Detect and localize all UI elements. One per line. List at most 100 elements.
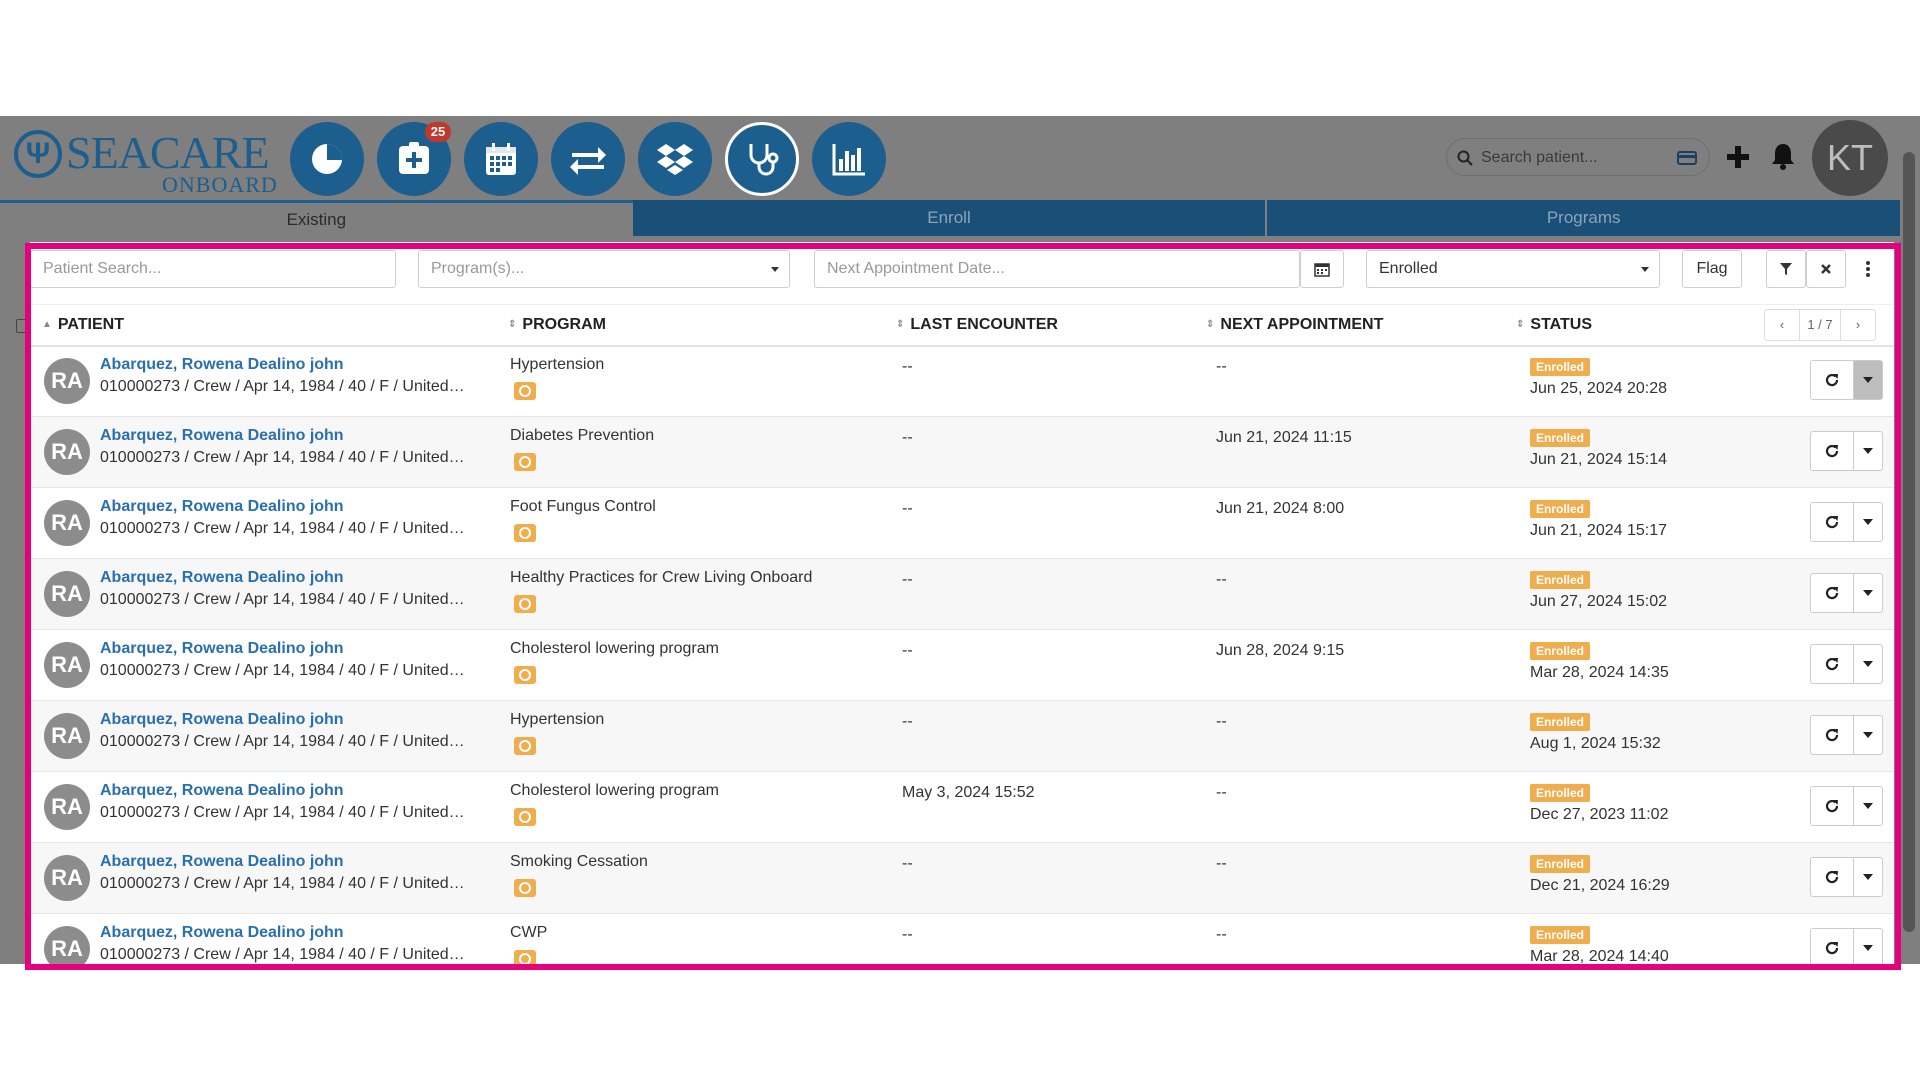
filter-button[interactable] — [1766, 250, 1806, 288]
select-all-checkbox[interactable] — [16, 319, 30, 333]
tab-programs[interactable]: Programs — [1267, 200, 1901, 236]
refresh-icon — [1825, 657, 1839, 671]
transfer-button[interactable] — [551, 122, 625, 196]
stethoscope-icon — [749, 144, 779, 176]
last-encounter: -- — [902, 358, 913, 375]
table-row[interactable]: RA Abarquez, Rowena Dealino john 010000273… — [30, 701, 1894, 772]
refresh-button[interactable] — [1811, 858, 1854, 896]
table-row[interactable]: RA Abarquez, Rowena Dealino john 010000273… — [30, 559, 1894, 630]
table-row[interactable]: RA Abarquez, Rowena Dealino john 010000273… — [30, 914, 1894, 964]
clinical-button[interactable] — [725, 122, 799, 196]
scrollbar-thumb[interactable] — [1903, 152, 1915, 932]
patient-details: 010000273 / Crew / Apr 14, 1984 / 40 / F… — [100, 591, 466, 608]
row-menu-toggle[interactable] — [1854, 432, 1882, 470]
refresh-button[interactable] — [1811, 929, 1854, 964]
card-icon[interactable] — [1677, 150, 1697, 166]
programs-select[interactable]: Program(s)... — [418, 250, 790, 288]
program-settings-icon[interactable] — [514, 950, 536, 964]
calendar-button[interactable] — [464, 122, 538, 196]
bell-icon[interactable] — [1770, 142, 1796, 170]
row-actions — [1810, 431, 1883, 471]
patient-name-link[interactable]: Abarquez, Rowena Dealino john — [100, 356, 344, 374]
next-page-button[interactable]: › — [1841, 310, 1875, 340]
patient-search-input[interactable] — [41, 259, 364, 279]
patient-name-link[interactable]: Abarquez, Rowena Dealino john — [100, 853, 344, 871]
chevron-down-icon — [1863, 732, 1873, 738]
patient-name-link[interactable]: Abarquez, Rowena Dealino john — [100, 498, 344, 516]
plus-icon[interactable] — [1726, 145, 1750, 169]
dropbox-button[interactable] — [638, 122, 712, 196]
refresh-button[interactable] — [1811, 716, 1854, 754]
column-status[interactable]: ⇕ STATUS — [1516, 305, 1592, 345]
dashboard-icon — [312, 144, 342, 174]
last-encounter: -- — [902, 855, 913, 872]
table-row[interactable]: RA Abarquez, Rowena Dealino john 010000273… — [30, 630, 1894, 701]
seacare-logo[interactable]: Ψ SEACARE ONBOARD — [14, 128, 277, 196]
patient-details: 010000273 / Crew / Apr 14, 1984 / 40 / F… — [100, 733, 466, 750]
clear-filter-button[interactable] — [1806, 250, 1846, 288]
row-menu-toggle[interactable] — [1854, 574, 1882, 612]
calendar-picker-button[interactable] — [1300, 250, 1344, 288]
refresh-icon — [1825, 373, 1839, 387]
table-row[interactable]: RA Abarquez, Rowena Dealino john 010000273… — [30, 488, 1894, 559]
search-patient-input[interactable] — [1479, 146, 1673, 170]
refresh-button[interactable] — [1811, 503, 1854, 541]
more-options-button[interactable] — [1848, 250, 1888, 288]
table-row[interactable]: RA Abarquez, Rowena Dealino john 010000273… — [30, 417, 1894, 488]
program-settings-icon[interactable] — [514, 879, 536, 897]
row-menu-toggle[interactable] — [1854, 361, 1882, 399]
tab-enroll[interactable]: Enroll — [632, 200, 1268, 236]
table-row[interactable]: RA Abarquez, Rowena Dealino john 010000273… — [30, 346, 1894, 417]
program-settings-icon[interactable] — [514, 595, 536, 613]
patient-name-link[interactable]: Abarquez, Rowena Dealino john — [100, 782, 344, 800]
tab-existing[interactable]: Existing — [0, 200, 633, 236]
prev-page-button[interactable]: ‹ — [1765, 310, 1799, 340]
patient-name-link[interactable]: Abarquez, Rowena Dealino john — [100, 640, 344, 658]
program-name: Hypertension — [510, 711, 605, 728]
user-avatar[interactable]: KT — [1812, 120, 1888, 196]
column-patient[interactable]: ▲ PATIENT — [42, 305, 124, 345]
patient-details: 010000273 / Crew / Apr 14, 1984 / 40 / F… — [100, 520, 466, 537]
patient-name-link[interactable]: Abarquez, Rowena Dealino john — [100, 427, 344, 445]
program-settings-icon[interactable] — [514, 808, 536, 826]
row-menu-toggle[interactable] — [1854, 716, 1882, 754]
programs-placeholder: Program(s)... — [431, 260, 525, 277]
table-row[interactable]: RA Abarquez, Rowena Dealino john 010000273… — [30, 772, 1894, 843]
row-menu-toggle[interactable] — [1854, 503, 1882, 541]
row-actions — [1810, 644, 1883, 684]
column-program[interactable]: ⇕ PROGRAM — [508, 305, 606, 345]
patient-name-link[interactable]: Abarquez, Rowena Dealino john — [100, 569, 344, 587]
refresh-button[interactable] — [1811, 574, 1854, 612]
status-date: Jun 25, 2024 20:28 — [1530, 380, 1668, 397]
sort-icon: ⇕ — [508, 319, 517, 330]
column-next-appointment[interactable]: ⇕ NEXT APPOINTMENT — [1206, 305, 1383, 345]
dashboard-button[interactable] — [290, 122, 364, 196]
row-menu-toggle[interactable] — [1854, 787, 1882, 825]
row-menu-toggle[interactable] — [1854, 858, 1882, 896]
flag-button[interactable]: Flag — [1682, 250, 1742, 288]
program-name: Cholesterol lowering program — [510, 782, 719, 799]
column-last-encounter[interactable]: ⇕ LAST ENCOUNTER — [896, 305, 1058, 345]
program-settings-icon[interactable] — [514, 524, 536, 542]
row-menu-toggle[interactable] — [1854, 645, 1882, 683]
row-menu-toggle[interactable] — [1854, 929, 1882, 964]
program-settings-icon[interactable] — [514, 666, 536, 684]
patient-search-filter[interactable] — [30, 250, 396, 288]
program-settings-icon[interactable] — [514, 737, 536, 755]
refresh-button[interactable] — [1811, 645, 1854, 683]
patient-name-link[interactable]: Abarquez, Rowena Dealino john — [100, 711, 344, 729]
patient-name-link[interactable]: Abarquez, Rowena Dealino john — [100, 924, 344, 942]
table-row[interactable]: RA Abarquez, Rowena Dealino john 010000273… — [30, 843, 1894, 914]
status-select[interactable]: Enrolled — [1366, 250, 1660, 288]
program-settings-icon[interactable] — [514, 453, 536, 471]
refresh-button[interactable] — [1811, 432, 1854, 470]
next-appointment-date-input[interactable]: Next Appointment Date... — [814, 250, 1300, 288]
program-settings-icon[interactable] — [514, 382, 536, 400]
patient-search-box[interactable] — [1446, 138, 1710, 176]
add-patient-button[interactable]: 25 — [377, 122, 451, 196]
reports-button[interactable] — [812, 122, 886, 196]
next-appointment: -- — [1216, 571, 1227, 588]
next-appointment: Jun 21, 2024 8:00 — [1216, 500, 1345, 517]
refresh-button[interactable] — [1811, 361, 1854, 399]
refresh-button[interactable] — [1811, 787, 1854, 825]
